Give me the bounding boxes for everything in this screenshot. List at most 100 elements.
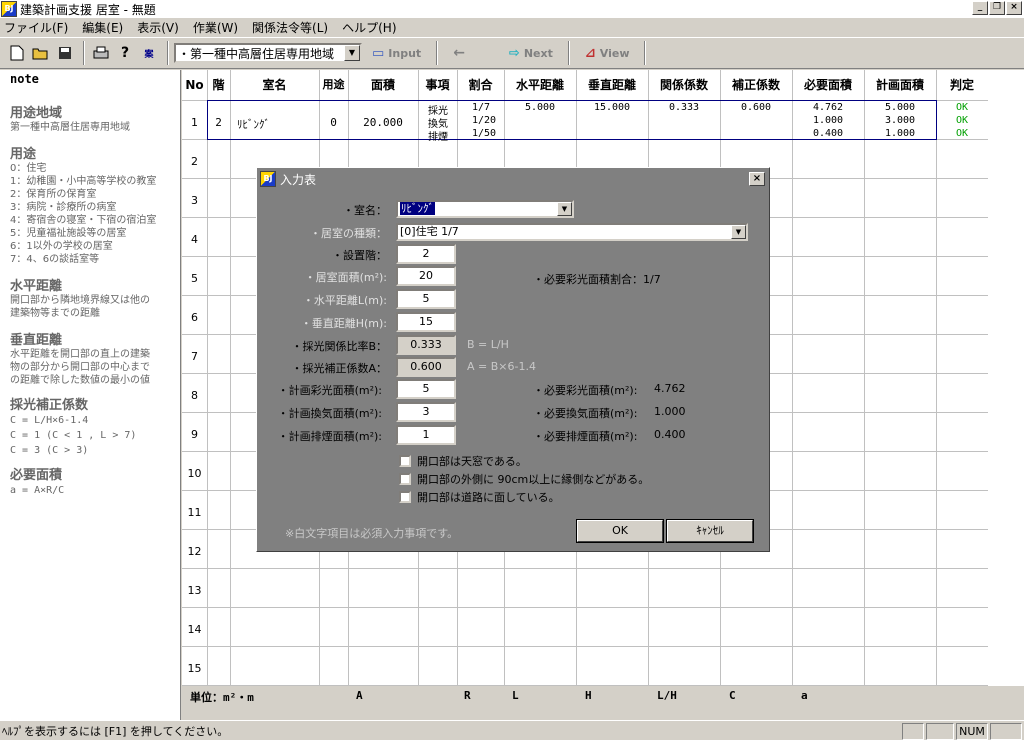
dialog-title-bar[interactable]: BJ 入力表 × (259, 170, 767, 188)
coef-a-label: ・採光補正係数A： (291, 362, 387, 375)
plan-light-label: ・計画彩光面積(m²): (277, 384, 382, 397)
status-bar: ﾍﾙﾌﾟを表示するには [F1] を押してください。 NUM (0, 720, 1024, 740)
vdist-label: ・垂直距離H(m): (300, 317, 387, 330)
row-number: 15 (187, 662, 202, 675)
context-help-icon[interactable]: 案 (138, 42, 160, 64)
dialog-close-button[interactable]: × (749, 172, 765, 186)
menu-file[interactable]: ファイル(F) (4, 19, 68, 36)
required-vent-value: 1.000 (654, 405, 686, 418)
cell-ratio-vent[interactable]: 1/20 (472, 115, 496, 126)
print-icon[interactable] (90, 42, 112, 64)
required-note: ※白文字項目は必須入力事項です。 (285, 527, 459, 540)
hdist-input[interactable]: 5 (396, 289, 456, 309)
cell-judge-vent: OK (955, 115, 969, 126)
cell-plan-smoke[interactable]: 1.000 (864, 128, 936, 139)
row-number: 9 (191, 428, 198, 441)
checkbox-box[interactable] (399, 455, 411, 467)
toolbar-separator (644, 41, 647, 65)
checkbox-box[interactable] (399, 473, 411, 485)
note-line: 1：幼稚園・小中高等学校の教室 (10, 176, 157, 187)
cell-area[interactable]: 20.000 (348, 116, 418, 129)
cell-req-vent[interactable]: 1.000 (792, 115, 864, 126)
note-line: 3：病院・診療所の病室 (10, 202, 117, 213)
open-folder-icon[interactable] (30, 42, 52, 64)
plan-smoke-input[interactable]: 1 (396, 425, 456, 445)
menu-laws[interactable]: 関係法令等(L) (252, 19, 328, 36)
cell-plan-light[interactable]: 5.000 (864, 102, 936, 113)
col-header-judge: 判定 (949, 78, 974, 92)
note-formula: C = L/H×6-1.4 (10, 415, 89, 426)
next-button[interactable]: ⇨ Next (505, 42, 557, 64)
cell-coef[interactable]: 0.333 (648, 102, 720, 113)
note-heading: 用途地域 (10, 106, 63, 121)
cell-hdist[interactable]: 5.000 (504, 102, 576, 113)
col-header-use: 用途 (322, 78, 345, 91)
minimize-button[interactable]: _ (972, 1, 988, 15)
chevron-down-icon[interactable]: ▼ (557, 202, 572, 216)
cell-plan-vent[interactable]: 3.000 (864, 115, 936, 126)
room-name-label: ・室名： (343, 204, 387, 217)
menu-help[interactable]: ヘルプ(H) (342, 19, 396, 36)
skylight-checkbox-label: 開口部は天窓である。 (417, 455, 527, 468)
cell-room-name[interactable]: ﾘﾋﾞﾝｸﾞ (237, 116, 270, 132)
room-name-combo[interactable]: ﾘﾋﾞﾝｸﾞ ▼ (396, 200, 574, 218)
cell-ratio-light[interactable]: 1/7 (472, 102, 490, 113)
unit-R: R (464, 689, 471, 702)
cell-use[interactable]: 0 (319, 116, 348, 129)
skylight-checkbox[interactable]: 開口部は天窓である。 (399, 453, 527, 469)
note-line: 0：住宅 (10, 163, 47, 174)
col-header-area: 面積 (370, 78, 395, 92)
view-button-label: View (599, 46, 630, 60)
app-icon: BJ (1, 1, 17, 17)
toolbar-separator (83, 41, 85, 65)
chevron-down-icon[interactable]: ▼ (731, 225, 746, 239)
close-button[interactable]: × (1006, 1, 1022, 15)
num-lock-indicator: NUM (956, 723, 988, 740)
floor-input[interactable]: 2 (396, 244, 456, 264)
checkbox-box[interactable] (399, 491, 411, 503)
road-checkbox-label: 開口部は道路に面している。 (417, 491, 560, 504)
row-number: 7 (191, 350, 198, 363)
room-type-combo[interactable]: [0]住宅 1/7 ▼ (396, 223, 748, 241)
vdist-input[interactable]: 15 (396, 312, 456, 332)
note-line: 物の部分から開口部の中心まで (10, 362, 150, 373)
view-button[interactable]: ⊿ View (581, 42, 634, 64)
row-number: 6 (191, 311, 198, 324)
cell-req-smoke[interactable]: 0.400 (792, 128, 864, 139)
zone-select[interactable]: ・第一種中高層住居専用地域 ▼ (174, 43, 362, 63)
maximize-button[interactable]: ❐ (989, 1, 1005, 15)
help-icon[interactable]: ? (114, 42, 136, 64)
plan-vent-label: ・計画換気面積(m²): (277, 407, 382, 420)
menu-view[interactable]: 表示(V) (137, 19, 179, 36)
new-file-icon[interactable] (6, 42, 28, 64)
row-number: 11 (187, 506, 202, 519)
menu-edit[interactable]: 編集(E) (82, 19, 123, 36)
cancel-button[interactable]: ｷｬﾝｾﾙ (666, 519, 754, 543)
menu-work[interactable]: 作業(W) (193, 19, 238, 36)
chevron-down-icon[interactable]: ▼ (344, 45, 360, 61)
back-button[interactable]: ← (449, 42, 469, 64)
note-heading: 採光補正係数 (10, 398, 89, 413)
next-arrow-icon: ⇨ (508, 45, 520, 61)
app-icon: BJ (260, 171, 276, 187)
ok-button[interactable]: OK (576, 519, 664, 543)
save-icon[interactable] (54, 42, 76, 64)
cell-ratio-smoke[interactable]: 1/50 (472, 128, 496, 139)
cell-corr[interactable]: 0.600 (720, 102, 792, 113)
veranda-checkbox[interactable]: 開口部の外側に 90cm以上に縁側などがある。 (399, 471, 649, 487)
cell-vdist[interactable]: 15.000 (576, 102, 648, 113)
required-ratio-text: ・必要彩光面積割合：1/7 (533, 273, 661, 286)
plan-light-input[interactable]: 5 (396, 379, 456, 399)
col-header-required: 必要面積 (803, 78, 852, 92)
note-line: 第一種中高層住居専用地域 (10, 122, 130, 133)
input-button[interactable]: ▭ Input (368, 42, 425, 64)
row-number: 3 (191, 194, 198, 207)
coef-a-value: 0.600 (396, 357, 456, 377)
cell-req-light[interactable]: 4.762 (792, 102, 864, 113)
plan-vent-input[interactable]: 3 (396, 402, 456, 422)
back-arrow-icon: ← (453, 45, 465, 61)
cell-item-smoke[interactable]: 排煙 (428, 128, 448, 143)
road-checkbox[interactable]: 開口部は道路に面している。 (399, 489, 560, 505)
cell-floor[interactable]: 2 (207, 116, 230, 129)
area-input[interactable]: 20 (396, 266, 456, 286)
